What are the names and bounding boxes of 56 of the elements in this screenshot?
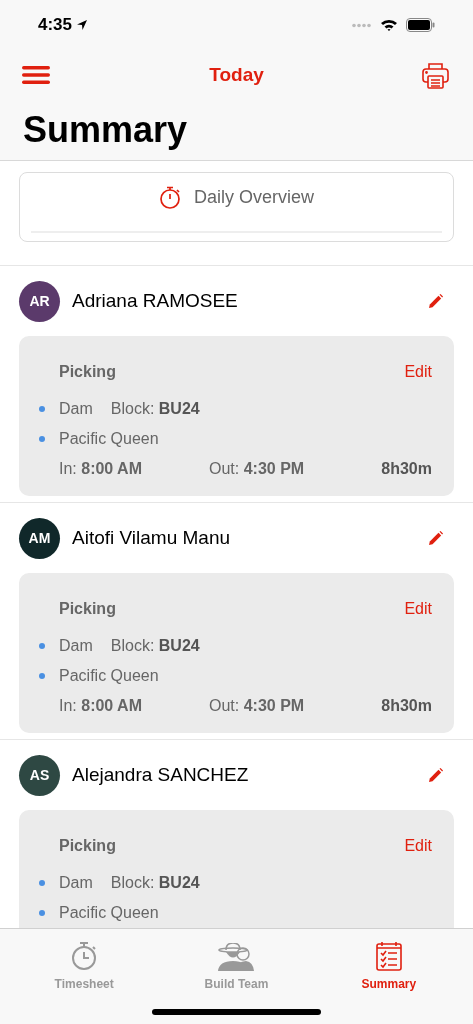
edit-link[interactable]: Edit — [404, 834, 432, 858]
bullet-icon — [39, 910, 45, 916]
location-name: Pacific Queen — [59, 429, 159, 449]
printer-icon — [422, 61, 450, 89]
edit-link[interactable]: Edit — [404, 360, 432, 384]
pencil-icon — [427, 530, 443, 546]
overview-title: Daily Overview — [194, 186, 314, 209]
bullet-icon — [39, 406, 45, 412]
battery-icon — [406, 18, 435, 32]
worker-name: Alejandra SANCHEZ — [72, 762, 250, 787]
page-title: Summary — [23, 112, 188, 148]
team-icon — [218, 943, 255, 971]
duration: 8h30m — [380, 696, 432, 716]
stopwatch-icon — [159, 186, 181, 209]
clock-out-time: Out: 4:30 PM — [209, 696, 305, 716]
nav-title: Today — [209, 62, 264, 87]
task-label: Picking — [59, 836, 116, 856]
tab-bar-item[interactable]: Summary — [312, 939, 465, 993]
location-name: Dam — [59, 873, 93, 893]
print-button[interactable] — [421, 60, 451, 90]
pencil-icon — [427, 293, 443, 309]
checklist-icon — [375, 941, 402, 971]
menu-button[interactable] — [22, 63, 52, 87]
overview-card[interactable]: Daily Overview — [19, 172, 454, 242]
worker-name: Adriana RAMOSEE — [72, 288, 239, 313]
block-label: Block: BU24 — [110, 873, 200, 893]
bullet-icon — [39, 436, 45, 442]
edit-link[interactable]: Edit — [404, 597, 432, 621]
status-time: 4:35 — [38, 14, 73, 37]
block-label: Block: BU24 — [110, 399, 200, 419]
avatar: AR — [19, 280, 60, 322]
worker-name: Aitofi Vilamu Manu — [72, 525, 232, 550]
block-label: Block: BU24 — [110, 636, 200, 656]
task-label: Picking — [59, 599, 116, 619]
pencil-icon — [427, 767, 443, 783]
location-name: Dam — [59, 636, 93, 656]
clock-in-time: In: 8:00 AM — [59, 459, 143, 479]
wifi-icon — [380, 18, 398, 32]
clock-in-time: In: 8:00 AM — [59, 696, 143, 716]
menu-icon — [22, 66, 50, 84]
task-label: Picking — [59, 362, 116, 382]
bullet-icon — [39, 643, 45, 649]
location-name: Dam — [59, 399, 93, 419]
avatar: AM — [19, 517, 60, 559]
location-arrow-icon — [76, 19, 89, 31]
duration: 8h30m — [380, 459, 432, 479]
location-name: Pacific Queen — [59, 903, 159, 923]
bullet-icon — [39, 880, 45, 886]
clock-out-time: Out: 4:30 PM — [209, 459, 305, 479]
signal-icon — [352, 22, 372, 28]
location-name: Pacific Queen — [59, 666, 159, 686]
tab-bar-item[interactable]: Timesheet — [8, 939, 161, 993]
avatar: AS — [19, 754, 60, 796]
stopwatch-icon — [70, 941, 99, 971]
bullet-icon — [39, 673, 45, 679]
tab-bar-item[interactable]: Build Team — [160, 939, 313, 993]
